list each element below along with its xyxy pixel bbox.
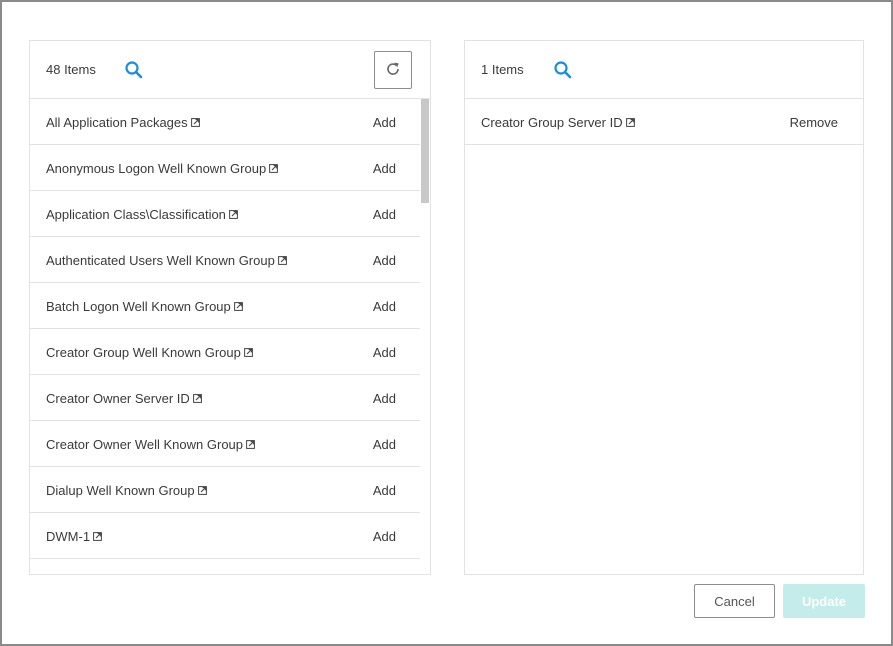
list-item: Batch Logon Well Known Group Add [30,283,420,329]
refresh-icon [385,61,401,80]
available-panel-header: 48 Items [30,41,430,99]
list-item: DWM-1 Add [30,513,420,559]
list-item: Dialup Well Known Group Add [30,467,420,513]
add-button[interactable]: Add [373,391,396,406]
selected-items-list: Creator Group Server ID Remove [465,99,863,574]
item-name-text: Creator Owner Server ID [46,391,190,406]
external-link-icon[interactable] [93,532,102,541]
add-button[interactable]: Add [373,207,396,222]
selected-items-panel: 1 Items Creator Group Server ID Remove [464,40,864,575]
external-link-icon[interactable] [269,164,279,173]
available-items-panel: 48 Items All Application Packages Add Anon… [29,40,431,575]
external-link-icon[interactable] [197,486,207,495]
item-name: Creator Owner Server ID [46,391,202,406]
add-button[interactable]: Add [373,299,396,314]
item-name: All Application Packages [46,115,200,130]
list-item: Creator Group Well Known Group Add [30,329,420,375]
item-name-text: All Application Packages [46,115,188,130]
selection-dialog: 48 Items All Application Packages Add Anon… [0,0,893,646]
external-link-icon[interactable] [192,394,202,403]
available-items-list: All Application Packages Add Anonymous Log… [30,99,420,574]
update-button[interactable]: Update [783,584,865,618]
external-link-icon[interactable] [243,348,253,357]
selected-count: 1 Items [481,62,524,77]
item-name-text: Anonymous Logon Well Known Group [46,161,267,176]
list-item: All Application Packages Add [30,99,420,145]
search-icon[interactable] [124,60,144,80]
item-name-text: Application Class\Classification [46,207,226,222]
add-button[interactable]: Add [373,529,396,544]
list-item: Creator Owner Well Known Group Add [30,421,420,467]
item-name-text: Creator Group Server ID [481,115,623,130]
external-link-icon[interactable] [233,302,243,311]
refresh-button[interactable] [374,51,412,89]
add-button[interactable]: Add [373,161,396,176]
item-name: Dialup Well Known Group [46,483,207,498]
search-icon[interactable] [553,60,573,80]
list-item: Creator Owner Server ID Add [30,375,420,421]
selected-panel-header: 1 Items [465,41,863,99]
add-button[interactable]: Add [373,437,396,452]
external-link-icon[interactable] [190,118,200,127]
list-item-partial [30,559,420,574]
add-button[interactable]: Add [373,253,396,268]
item-name: Creator Group Server ID [481,115,635,130]
item-name: DWM-1 [46,529,102,544]
item-name: Anonymous Logon Well Known Group [46,161,279,176]
list-item: Anonymous Logon Well Known Group Add [30,145,420,191]
cancel-button[interactable]: Cancel [694,584,775,618]
available-count: 48 Items [46,62,96,77]
item-name-text: Dialup Well Known Group [46,483,195,498]
add-button[interactable]: Add [373,345,396,360]
item-name: Creator Owner Well Known Group [46,437,255,452]
item-name-text: Batch Logon Well Known Group [46,299,231,314]
list-item: Creator Group Server ID Remove [465,99,863,145]
scrollbar-thumb[interactable] [421,99,429,203]
item-name-text: Creator Owner Well Known Group [46,437,244,452]
item-name-text: Creator Group Well Known Group [46,345,241,360]
item-name: Creator Group Well Known Group [46,345,253,360]
external-link-icon[interactable] [625,118,635,127]
external-link-icon[interactable] [229,210,238,219]
item-name-text: Authenticated Users Well Known Group [46,253,275,268]
add-button[interactable]: Add [373,115,396,130]
remove-button[interactable]: Remove [790,115,838,130]
external-link-icon[interactable] [246,440,255,449]
item-name: Application Class\Classification [46,207,238,222]
item-name: Batch Logon Well Known Group [46,299,243,314]
list-item: Application Class\Classification Add [30,191,420,237]
list-item: Authenticated Users Well Known Group Add [30,237,420,283]
item-name: Authenticated Users Well Known Group [46,253,287,268]
item-name-text: DWM-1 [46,529,91,544]
add-button[interactable]: Add [373,483,396,498]
external-link-icon[interactable] [277,256,287,265]
